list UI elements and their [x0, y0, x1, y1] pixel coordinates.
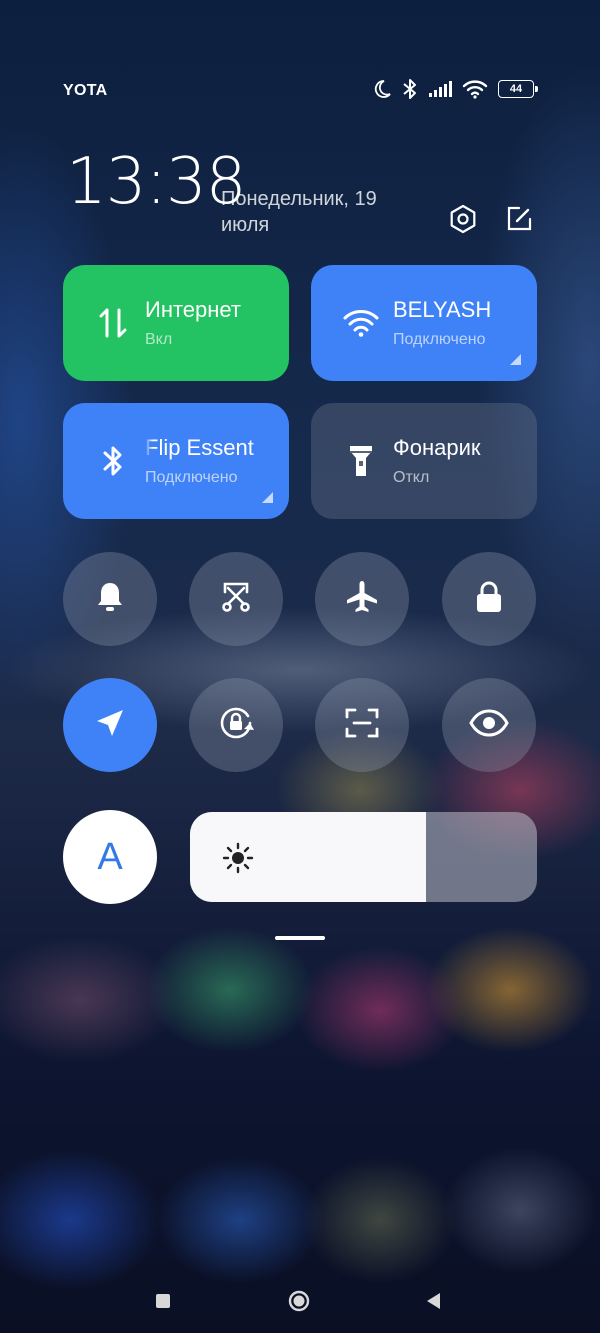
tile-bluetooth-title: Flip Essent — [145, 435, 254, 460]
toggle-airplane-mode[interactable] — [315, 552, 409, 646]
carrier-label: YOTA — [63, 82, 108, 99]
expand-corner-icon[interactable] — [510, 354, 521, 365]
toggle-location[interactable] — [63, 678, 157, 772]
screenshot-scissors-icon — [219, 580, 253, 619]
bluetooth-icon — [402, 78, 418, 100]
signal-icon — [428, 80, 452, 98]
tile-wifi-status: Подключено — [393, 331, 486, 348]
recents-button[interactable] — [156, 1294, 170, 1308]
panel-handle[interactable] — [275, 936, 325, 940]
airplane-icon — [344, 579, 380, 620]
brightness-slider[interactable] — [190, 812, 537, 902]
settings-button[interactable] — [446, 204, 480, 238]
location-icon — [94, 707, 126, 744]
wifi-icon — [343, 305, 379, 341]
tile-wifi-title: BELYASH — [393, 297, 492, 322]
wifi-icon — [462, 79, 488, 99]
tile-flashlight-title: Фонарик — [393, 435, 481, 460]
flashlight-icon — [343, 443, 379, 479]
toggle-sound[interactable] — [63, 552, 157, 646]
auto-brightness-button[interactable]: A — [63, 810, 157, 904]
settings-icon — [448, 204, 478, 239]
toggle-scanner[interactable] — [315, 678, 409, 772]
lock-icon — [474, 580, 504, 619]
toggle-rotation-lock[interactable] — [189, 678, 283, 772]
tile-internet-title: Интернет — [145, 297, 241, 322]
toggle-screen-lock[interactable] — [442, 552, 536, 646]
bell-icon — [94, 580, 126, 619]
edit-icon — [505, 205, 533, 238]
status-icons: 44 — [372, 78, 538, 100]
data-transfer-icon — [95, 305, 131, 341]
back-button[interactable] — [426, 1292, 442, 1315]
tile-internet[interactable]: Интернет Вкл — [63, 265, 289, 381]
toggle-screenshot[interactable] — [189, 552, 283, 646]
sun-icon — [222, 842, 254, 879]
bluetooth-icon — [95, 443, 131, 479]
moon-icon — [372, 79, 392, 99]
tile-wifi[interactable]: BELYASH Подключено — [311, 265, 537, 381]
tile-flashlight-status: Откл — [393, 469, 430, 486]
edit-button[interactable] — [502, 204, 536, 238]
tile-bluetooth-status: Подключено — [145, 469, 238, 486]
tile-bluetooth[interactable]: Flip Essent Подключено — [63, 403, 289, 519]
scan-icon — [344, 707, 380, 744]
auto-brightness-icon: A — [97, 835, 123, 878]
eye-icon — [469, 708, 509, 742]
clock: 13:38 — [66, 145, 246, 219]
home-button[interactable] — [288, 1290, 310, 1312]
battery-icon: 44 — [498, 80, 538, 98]
rotation-lock-icon — [217, 704, 255, 747]
tile-flashlight[interactable]: Фонарик Откл — [311, 403, 537, 519]
toggle-reading-mode[interactable] — [442, 678, 536, 772]
tile-internet-status: Вкл — [145, 331, 173, 348]
date-label: Понедельник, 19 июля — [221, 188, 377, 236]
expand-corner-icon[interactable] — [262, 492, 273, 503]
